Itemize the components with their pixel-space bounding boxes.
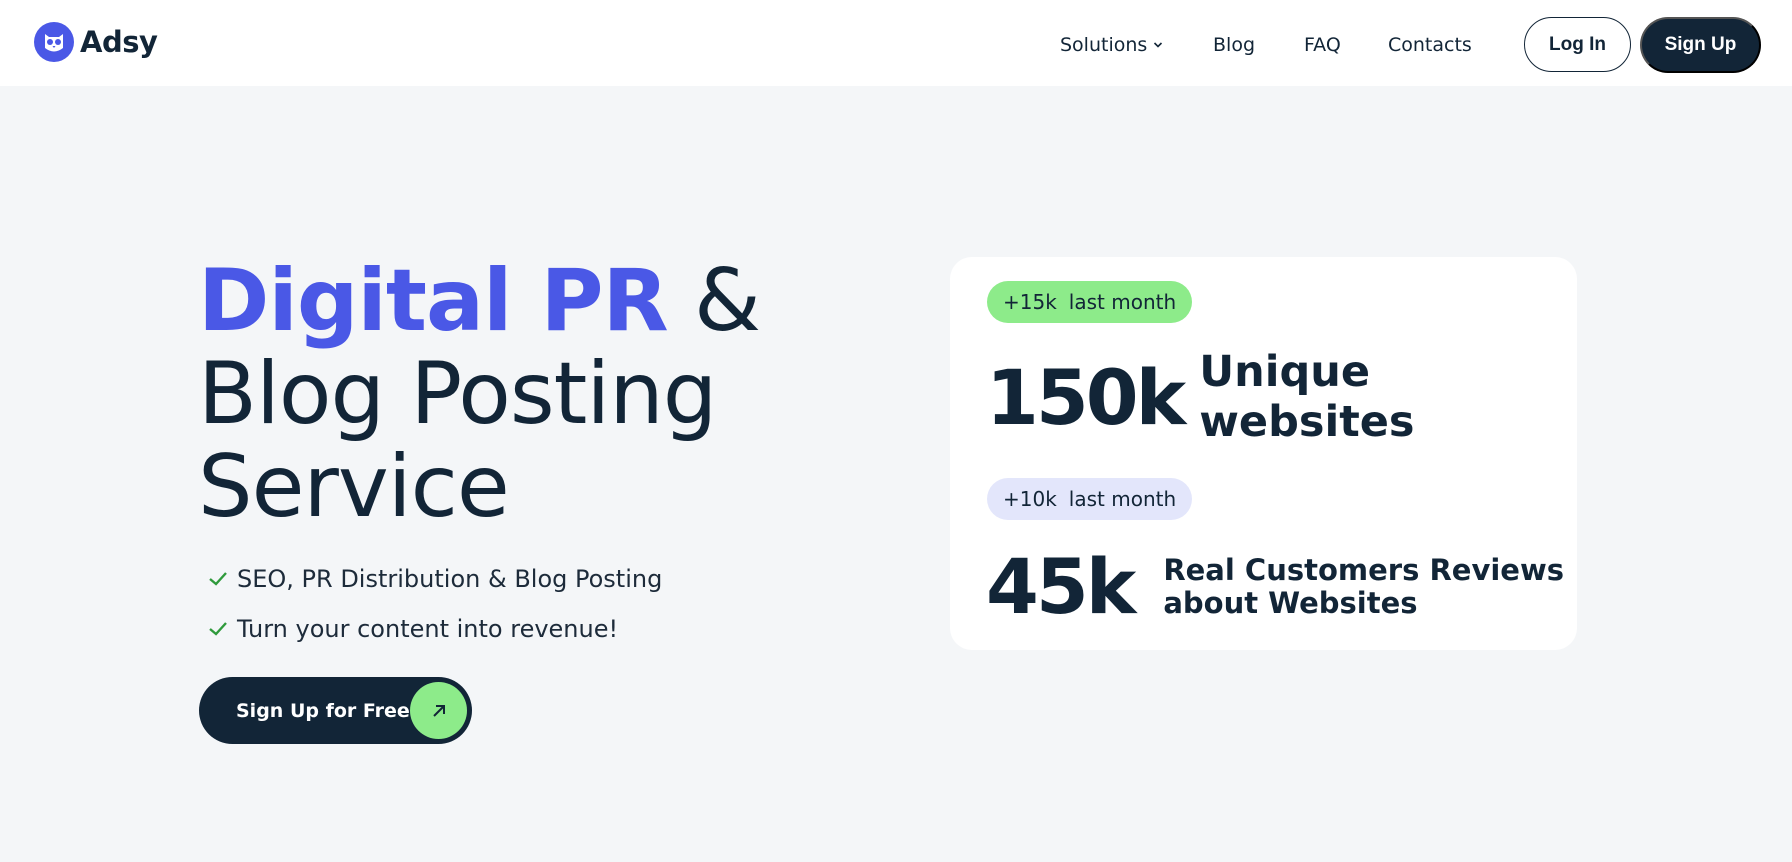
stat-websites: 150k Unique websites bbox=[986, 347, 1577, 447]
owl-logo-icon bbox=[34, 22, 74, 62]
hero-title-accent: Digital PR bbox=[198, 251, 669, 351]
logo[interactable]: Adsy bbox=[34, 22, 158, 62]
signup-free-label: Sign Up for Free bbox=[236, 699, 410, 722]
stat-label: Unique websites bbox=[1199, 347, 1415, 447]
nav-blog[interactable]: Blog bbox=[1213, 34, 1255, 56]
nav-contacts[interactable]: Contacts bbox=[1388, 34, 1472, 56]
feature-bullet: Turn your content into revenue! bbox=[207, 615, 618, 643]
feature-bullet-text: Turn your content into revenue! bbox=[237, 615, 619, 643]
stat-label: Real Customers Reviews about Websites bbox=[1163, 552, 1565, 620]
hero-title-line2: Blog Posting bbox=[198, 344, 717, 444]
stat-number: 45k bbox=[986, 542, 1136, 631]
badge-period: last month bbox=[1068, 487, 1177, 511]
signup-button[interactable]: Sign Up bbox=[1640, 17, 1761, 73]
arrow-up-right-icon bbox=[410, 682, 467, 739]
login-button[interactable]: Log In bbox=[1524, 17, 1631, 72]
hero-title-line3: Service bbox=[198, 437, 510, 537]
growth-badge: +10k last month bbox=[987, 478, 1193, 520]
nav-solutions-label: Solutions bbox=[1060, 34, 1148, 56]
checkmark-icon bbox=[209, 572, 227, 586]
nav-solutions[interactable]: Solutions bbox=[1060, 34, 1163, 56]
badge-delta: +10k bbox=[1003, 487, 1057, 511]
stat-label-line1: Real Customers Reviews bbox=[1163, 552, 1565, 587]
chevron-down-icon bbox=[1154, 42, 1163, 48]
signup-free-button[interactable]: Sign Up for Free bbox=[199, 677, 472, 744]
hero-title-ampersand: & bbox=[667, 251, 761, 351]
stat-reviews: 45k Real Customers Reviews about Website… bbox=[986, 542, 1564, 631]
stats-card: +15k last month 150k Unique websites +10… bbox=[950, 257, 1577, 650]
badge-period: last month bbox=[1068, 290, 1177, 314]
growth-badge: +15k last month bbox=[987, 281, 1193, 323]
checkmark-icon bbox=[209, 622, 227, 636]
top-navigation-bar: Adsy Solutions Blog FAQ Contacts Log In … bbox=[0, 0, 1792, 86]
hero-title: Digital PR & Blog Posting Service bbox=[198, 255, 761, 537]
nav-faq[interactable]: FAQ bbox=[1304, 34, 1341, 56]
feature-bullet-text: SEO, PR Distribution & Blog Posting bbox=[237, 565, 663, 593]
feature-bullet: SEO, PR Distribution & Blog Posting bbox=[207, 565, 662, 593]
stat-label-line2: about Websites bbox=[1163, 585, 1418, 620]
stat-number: 150k bbox=[986, 352, 1186, 442]
logo-text: Adsy bbox=[80, 25, 158, 59]
badge-delta: +15k bbox=[1003, 290, 1057, 314]
